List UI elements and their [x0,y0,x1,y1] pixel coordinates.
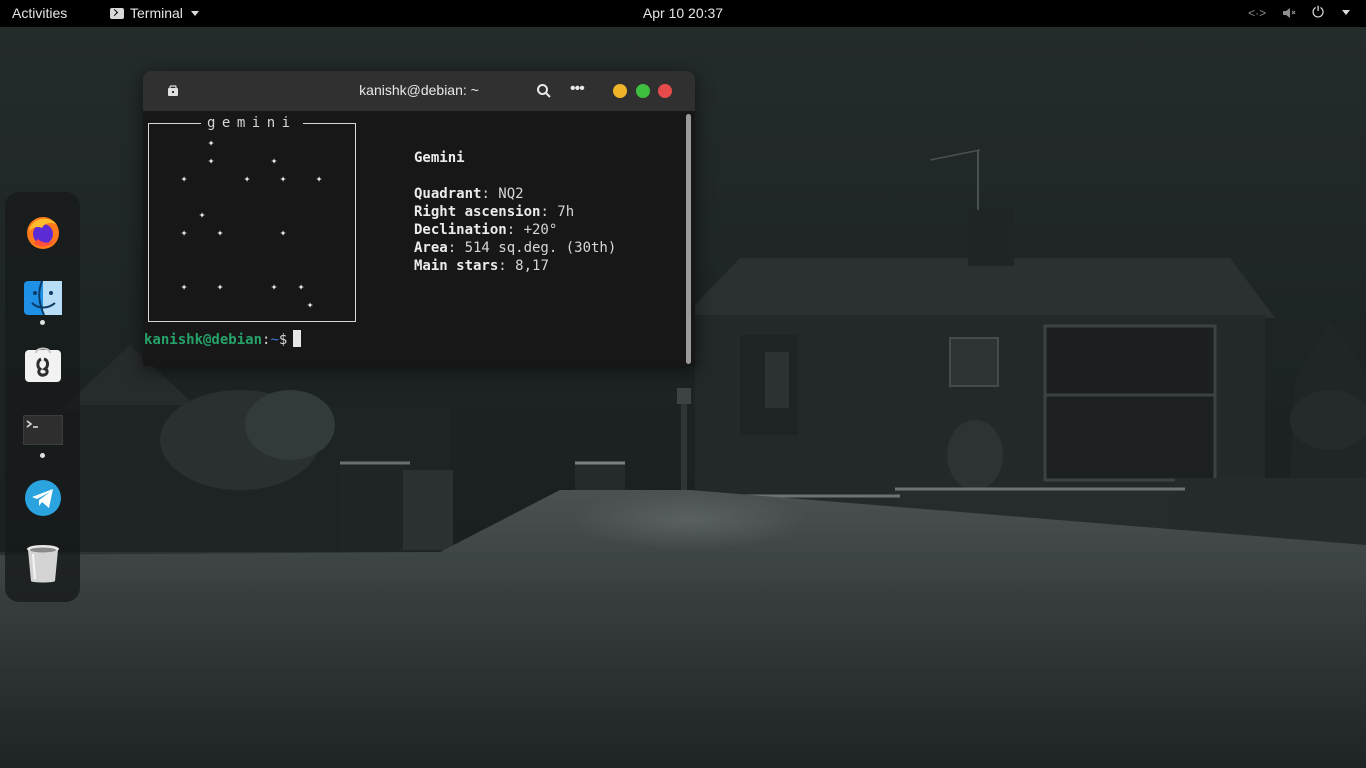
star-glyph: ✦ [180,226,188,239]
app-menu-label: Terminal [130,5,183,21]
star-glyph: ✦ [306,298,314,311]
terminal-output[interactable]: gemini ✦ ✦ ✦ ✦ ✦ ✦ ✦ ✦ ✦ ✦ ✦ ✦ ✦ ✦ ✦ ✦ G… [143,111,683,366]
constellation-name: Gemini [414,150,465,166]
scrollbar[interactable] [686,114,691,364]
network-icon[interactable]: <·> [1248,6,1266,20]
chevron-down-icon[interactable] [1342,10,1350,15]
info-area: Area: 514 sq.deg. (30th) [414,240,617,256]
constellation-box-title: gemini [201,114,303,132]
terminal-window[interactable]: kanishk@debian: ~ ••• gemini ✦ ✦ ✦ ✦ ✦ ✦… [143,71,695,366]
prompt-directory: ~ [270,332,279,348]
software-bag-icon [25,347,61,382]
star-glyph: ✦ [207,154,215,167]
info-right-ascension: Right ascension: 7h [414,204,575,220]
shell-prompt[interactable]: kanishk@debian:~$ [144,330,302,348]
dock [5,192,80,602]
star-glyph: ✦ [216,280,224,293]
star-glyph: ✦ [279,226,287,239]
search-icon[interactable] [536,83,552,99]
activities-button[interactable]: Activities [12,5,67,21]
window-title: kanishk@debian: ~ [359,82,479,98]
trash-icon [27,545,59,583]
power-icon[interactable]: ⏻ [1312,4,1324,21]
chevron-down-icon [190,10,199,16]
finder-icon [24,281,62,315]
maximize-button[interactable] [636,84,650,98]
star-glyph: ✦ [270,154,278,167]
new-tab-icon[interactable] [167,85,179,97]
dock-item-terminal[interactable] [23,410,63,450]
terminal-app-icon [110,7,124,19]
running-indicator [40,320,45,325]
system-tray[interactable]: <·> ⏻ [1248,4,1350,21]
volume-muted-icon[interactable] [1282,7,1296,19]
terminal-titlebar[interactable]: kanishk@debian: ~ ••• [143,71,695,111]
constellation-box: gemini ✦ ✦ ✦ ✦ ✦ ✦ ✦ ✦ ✦ ✦ ✦ ✦ ✦ ✦ ✦ ✦ [148,114,356,322]
minimize-button[interactable] [613,84,627,98]
app-menu[interactable]: Terminal [110,5,199,21]
dock-item-telegram[interactable] [23,478,63,518]
info-declination: Declination: +20° [414,222,558,238]
close-button[interactable] [658,84,672,98]
dock-item-firefox[interactable] [23,212,63,252]
star-glyph: ✦ [180,280,188,293]
star-glyph: ✦ [297,280,305,293]
top-bar: Activities Terminal Apr 10 20:37 <·> ⏻ [0,0,1366,27]
dock-item-software[interactable] [23,344,63,384]
star-glyph: ✦ [315,172,323,185]
running-indicator [40,453,45,458]
telegram-icon [25,480,61,516]
firefox-icon [27,217,59,249]
star-glyph: ✦ [243,172,251,185]
info-main-stars: Main stars: 8,17 [414,258,549,274]
prompt-symbol: $ [278,332,288,348]
star-glyph: ✦ [198,208,206,221]
star-glyph: ✦ [207,136,215,149]
prompt-user-host: kanishk@debian [144,332,263,348]
star-glyph: ✦ [216,226,224,239]
star-glyph: ✦ [180,172,188,185]
terminal-icon [23,415,63,445]
star-glyph: ✦ [279,172,287,185]
info-quadrant: Quadrant: NQ2 [414,186,524,202]
text-cursor [293,330,302,347]
dock-item-trash[interactable] [23,544,63,584]
star-glyph: ✦ [270,280,278,293]
clock[interactable]: Apr 10 20:37 [643,5,723,21]
dock-item-files[interactable] [23,278,63,318]
menu-dots-icon[interactable]: ••• [570,81,590,99]
